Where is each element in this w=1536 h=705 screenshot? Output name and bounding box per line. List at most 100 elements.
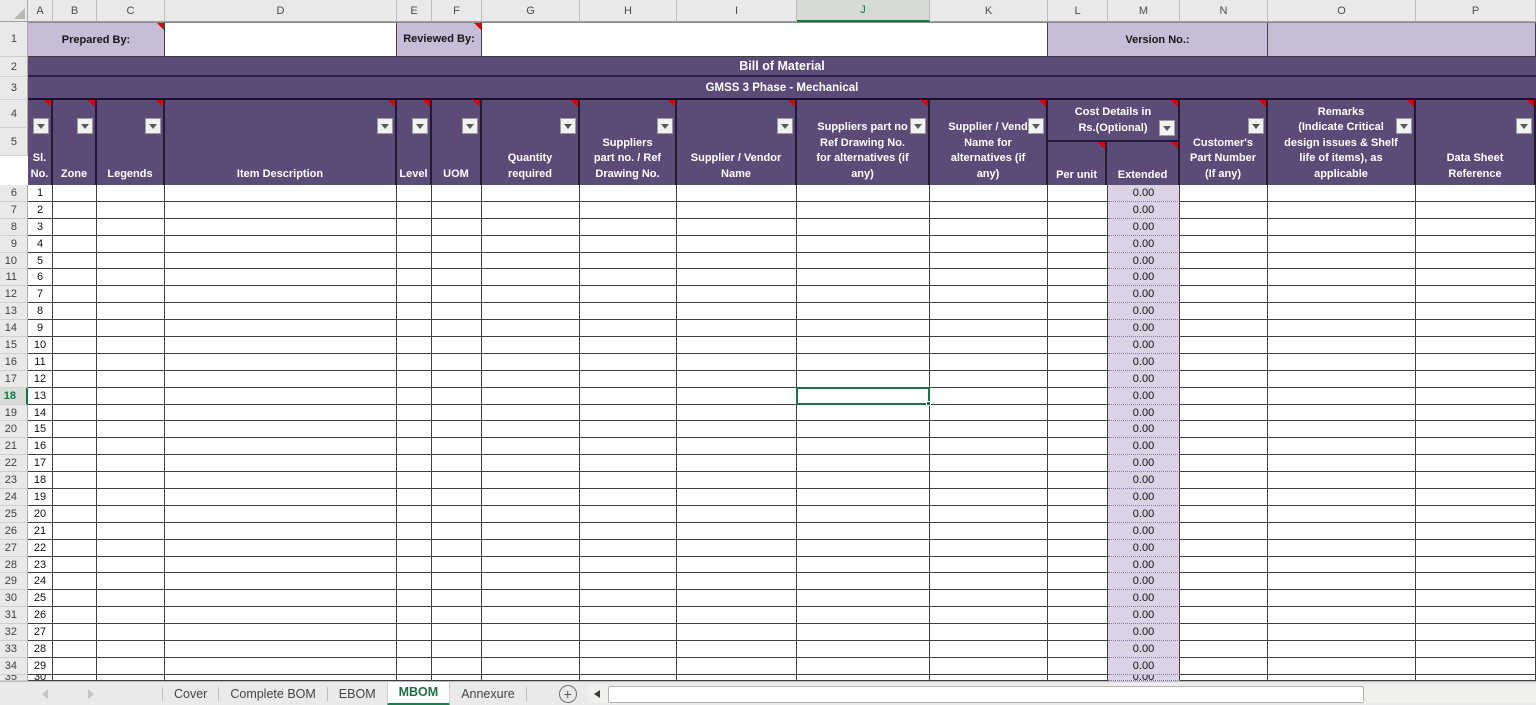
cell-L24[interactable] xyxy=(1048,489,1108,506)
cell-D33[interactable] xyxy=(165,641,397,658)
cell-A26[interactable]: 21 xyxy=(28,522,53,540)
cell-G6[interactable] xyxy=(482,185,580,202)
cell-O30[interactable] xyxy=(1268,590,1416,608)
cell-N8[interactable] xyxy=(1180,218,1268,236)
cell-G35[interactable] xyxy=(482,674,580,681)
cell-H19[interactable] xyxy=(580,404,677,422)
cell-G29[interactable] xyxy=(482,573,580,591)
cell-F21[interactable] xyxy=(432,438,482,456)
cell-A8[interactable]: 3 xyxy=(28,218,53,236)
row-header-3[interactable]: 3 xyxy=(0,77,28,100)
cell-G22[interactable] xyxy=(482,455,580,473)
cell-F10[interactable] xyxy=(432,252,482,270)
cell-F6[interactable] xyxy=(432,185,482,202)
cell-C34[interactable] xyxy=(97,657,165,675)
cell-A31[interactable]: 26 xyxy=(28,607,53,625)
cell-M28[interactable]: 0.00 xyxy=(1108,556,1180,574)
cell-M12[interactable]: 0.00 xyxy=(1108,286,1180,304)
cell-O13[interactable] xyxy=(1268,303,1416,321)
cell-O26[interactable] xyxy=(1268,522,1416,540)
cell-P29[interactable] xyxy=(1416,573,1536,591)
cell-A29[interactable]: 24 xyxy=(28,573,53,591)
cell-A15[interactable]: 10 xyxy=(28,337,53,354)
cell-A27[interactable]: 22 xyxy=(28,539,53,557)
cell-F30[interactable] xyxy=(432,590,482,608)
cell-F29[interactable] xyxy=(432,573,482,591)
cell-O27[interactable] xyxy=(1268,539,1416,557)
cell-H28[interactable] xyxy=(580,556,677,574)
cell-L25[interactable] xyxy=(1048,505,1108,523)
header-cell-per-unit[interactable]: Per unit xyxy=(1048,142,1108,185)
cell-O33[interactable] xyxy=(1268,641,1416,658)
cell-K9[interactable] xyxy=(930,235,1048,253)
cell-M7[interactable]: 0.00 xyxy=(1108,201,1180,219)
cell-H35[interactable] xyxy=(580,674,677,681)
header-cell-cost-details[interactable]: Cost Details in Rs.(Optional) xyxy=(1048,100,1178,142)
cell-J24[interactable] xyxy=(797,489,930,506)
tabs-scroll-left-button[interactable] xyxy=(42,689,48,699)
cell-D10[interactable] xyxy=(165,252,397,270)
cell-F23[interactable] xyxy=(432,472,482,490)
cell-O24[interactable] xyxy=(1268,489,1416,506)
column-header-B[interactable]: B xyxy=(53,0,97,22)
cell-P11[interactable] xyxy=(1416,269,1536,287)
header-cell-P[interactable]: Data Sheet Reference xyxy=(1416,100,1536,185)
cell-N15[interactable] xyxy=(1180,337,1268,354)
row-header-12[interactable]: 12 xyxy=(0,286,28,304)
cell-K35[interactable] xyxy=(930,674,1048,681)
cell-J21[interactable] xyxy=(797,438,930,456)
cell-B18[interactable] xyxy=(53,387,97,405)
cell-J35[interactable] xyxy=(797,674,930,681)
cell-M18[interactable]: 0.00 xyxy=(1108,387,1180,405)
cell-B24[interactable] xyxy=(53,489,97,506)
cell-B22[interactable] xyxy=(53,455,97,473)
cell-P8[interactable] xyxy=(1416,218,1536,236)
row-header-13[interactable]: 13 xyxy=(0,303,28,321)
cell-H31[interactable] xyxy=(580,607,677,625)
cell-C21[interactable] xyxy=(97,438,165,456)
cell-G19[interactable] xyxy=(482,404,580,422)
cell-A17[interactable]: 12 xyxy=(28,370,53,388)
sheet-tab-mbom[interactable]: MBOM xyxy=(386,681,451,705)
cell-F8[interactable] xyxy=(432,218,482,236)
cell-P32[interactable] xyxy=(1416,624,1536,642)
cell-N23[interactable] xyxy=(1180,472,1268,490)
cell-P19[interactable] xyxy=(1416,404,1536,422)
cell-H7[interactable] xyxy=(580,201,677,219)
cell-P33[interactable] xyxy=(1416,641,1536,658)
cell-O21[interactable] xyxy=(1268,438,1416,456)
cell-F35[interactable] xyxy=(432,674,482,681)
row-header-29[interactable]: 29 xyxy=(0,573,28,591)
header-cell-C[interactable]: Legends xyxy=(97,100,165,185)
cell-B26[interactable] xyxy=(53,522,97,540)
cell-H27[interactable] xyxy=(580,539,677,557)
cell-K16[interactable] xyxy=(930,353,1048,371)
cell-L34[interactable] xyxy=(1048,657,1108,675)
cell-J26[interactable] xyxy=(797,522,930,540)
cell-E10[interactable] xyxy=(397,252,432,270)
cell-N17[interactable] xyxy=(1180,370,1268,388)
cell-I24[interactable] xyxy=(677,489,797,506)
cell-A25[interactable]: 20 xyxy=(28,505,53,523)
row-header-16[interactable]: 16 xyxy=(0,353,28,371)
cell-P15[interactable] xyxy=(1416,337,1536,354)
cell-H16[interactable] xyxy=(580,353,677,371)
column-header-J[interactable]: J xyxy=(797,0,930,22)
cell-B34[interactable] xyxy=(53,657,97,675)
header-cell-H[interactable]: Suppliers part no. / Ref Drawing No. xyxy=(580,100,677,185)
cell-H13[interactable] xyxy=(580,303,677,321)
cell-D15[interactable] xyxy=(165,337,397,354)
cell-I20[interactable] xyxy=(677,421,797,439)
row-header-5[interactable]: 5 xyxy=(0,128,28,156)
filter-dropdown-K[interactable] xyxy=(1028,118,1044,134)
cell-C32[interactable] xyxy=(97,624,165,642)
prepared-by-value-cell[interactable] xyxy=(165,22,397,57)
cell-K14[interactable] xyxy=(930,320,1048,338)
cell-M26[interactable]: 0.00 xyxy=(1108,522,1180,540)
cell-D22[interactable] xyxy=(165,455,397,473)
cell-E29[interactable] xyxy=(397,573,432,591)
cell-O29[interactable] xyxy=(1268,573,1416,591)
cell-J20[interactable] xyxy=(797,421,930,439)
cell-A10[interactable]: 5 xyxy=(28,252,53,270)
cell-O31[interactable] xyxy=(1268,607,1416,625)
